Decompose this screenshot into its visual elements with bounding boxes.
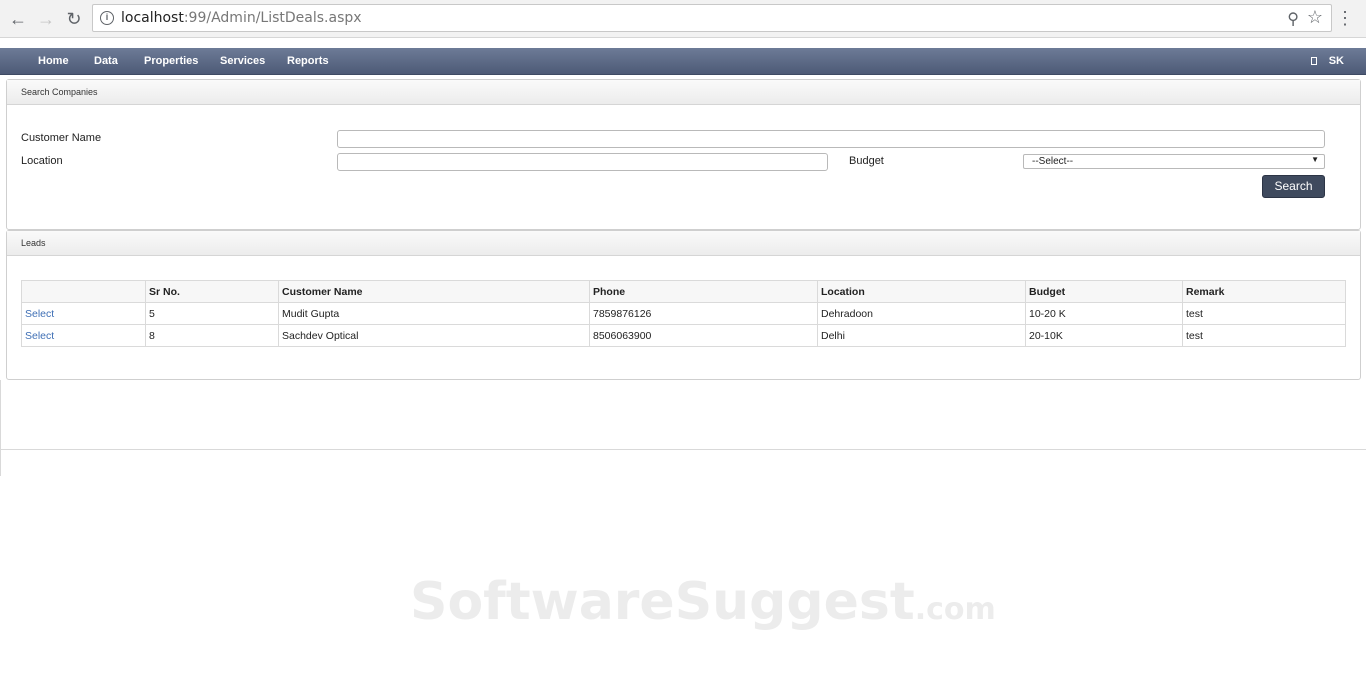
cell-customer-name: Mudit Gupta	[278, 302, 590, 325]
cell-location: Dehradoon	[817, 302, 1026, 325]
cell-sr-no: 8	[145, 324, 279, 347]
select-link[interactable]: Select	[25, 330, 54, 342]
cell-location: Delhi	[817, 324, 1026, 347]
page-left-border	[0, 380, 1, 476]
col-header-action	[21, 280, 146, 303]
budget-select[interactable]: --Select-- ▼	[1023, 154, 1325, 169]
location-input[interactable]	[337, 153, 828, 171]
select-link[interactable]: Select	[25, 308, 54, 320]
nav-data[interactable]: Data	[94, 55, 118, 67]
cell-remark: test	[1182, 302, 1346, 325]
customer-name-input[interactable]	[337, 130, 1325, 148]
url-host: localhost	[121, 10, 184, 26]
budget-label: Budget	[849, 155, 884, 167]
reload-icon[interactable]: ↻	[62, 7, 86, 31]
table-row: Select 8 Sachdev Optical 8506063900 Delh…	[21, 324, 1346, 347]
cell-customer-name: Sachdev Optical	[278, 324, 590, 347]
cell-phone: 7859876126	[589, 302, 818, 325]
user-name: SK	[1328, 55, 1344, 67]
browser-menu-icon[interactable]: ⋮	[1336, 8, 1354, 28]
forward-arrow-icon[interactable]: →	[34, 7, 58, 31]
nav-properties[interactable]: Properties	[144, 55, 198, 67]
col-header-phone: Phone	[589, 280, 818, 303]
customer-name-label: Customer Name	[21, 132, 102, 144]
bookmark-star-icon[interactable]: ☆	[1307, 7, 1323, 28]
watermark-main: SoftwareSuggest	[410, 572, 915, 632]
cell-action: Select	[21, 302, 146, 325]
cell-budget: 10-20 K	[1025, 302, 1183, 325]
top-navbar: Home Data Properties Services Reports SK	[0, 48, 1366, 75]
nav-home[interactable]: Home	[38, 55, 69, 67]
search-companies-panel: Search Companies Customer Name Location …	[6, 79, 1361, 230]
user-menu[interactable]: SK	[1310, 55, 1344, 67]
watermark-suffix: .com	[914, 592, 996, 627]
url-text[interactable]: localhost:99/Admin/ListDeals.aspx	[121, 10, 362, 26]
leads-panel-title: Leads	[7, 231, 1360, 256]
search-button[interactable]: Search	[1262, 175, 1325, 198]
col-header-budget: Budget	[1025, 280, 1183, 303]
page-footer-divider	[0, 449, 1366, 450]
cell-action: Select	[21, 324, 146, 347]
cell-remark: test	[1182, 324, 1346, 347]
leads-table: Sr No. Customer Name Phone Location Budg…	[21, 280, 1346, 347]
user-icon	[1310, 57, 1317, 65]
location-label: Location	[21, 155, 63, 167]
table-header-row: Sr No. Customer Name Phone Location Budg…	[21, 280, 1346, 303]
col-header-remark: Remark	[1182, 280, 1346, 303]
col-header-customer-name: Customer Name	[278, 280, 590, 303]
col-header-sr-no: Sr No.	[145, 280, 279, 303]
zoom-icon[interactable]: ⚲	[1287, 9, 1299, 29]
table-row: Select 5 Mudit Gupta 7859876126 Dehradoo…	[21, 302, 1346, 325]
nav-services[interactable]: Services	[220, 55, 265, 67]
cell-sr-no: 5	[145, 302, 279, 325]
cell-budget: 20-10K	[1025, 324, 1183, 347]
address-bar[interactable]: i localhost:99/Admin/ListDeals.aspx ⚲ ☆	[92, 4, 1332, 32]
info-icon[interactable]: i	[100, 11, 114, 25]
chevron-down-icon: ▼	[1311, 155, 1319, 164]
col-header-location: Location	[817, 280, 1026, 303]
cell-phone: 8506063900	[589, 324, 818, 347]
search-panel-title: Search Companies	[7, 80, 1360, 105]
leads-panel: Leads Sr No. Customer Name Phone Locatio…	[6, 230, 1361, 380]
browser-toolbar: ← → ↻ i localhost:99/Admin/ListDeals.asp…	[0, 0, 1366, 38]
url-path: :99/Admin/ListDeals.aspx	[183, 10, 362, 26]
back-arrow-icon[interactable]: ←	[6, 7, 30, 31]
watermark: SoftwareSuggest.com	[410, 572, 996, 632]
budget-selected-value: --Select--	[1032, 156, 1074, 167]
nav-reports[interactable]: Reports	[287, 55, 329, 67]
